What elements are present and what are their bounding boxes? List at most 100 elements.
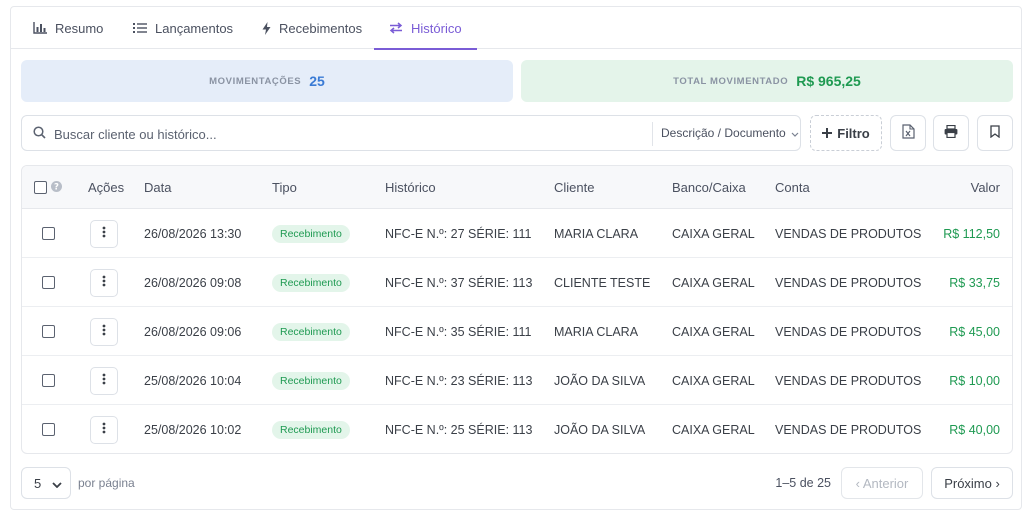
table-row: 25/08/2026 10:04 Recebimento NFC-E N.º: 23… — [22, 356, 1012, 405]
page-range: 1–5 de 25 — [775, 476, 831, 490]
cell-banco-caixa: CAIXA GERAL — [672, 258, 755, 307]
cell-valor: R$ 45,00 — [902, 307, 1000, 356]
cell-cliente-text: CLIENTE TESTE — [554, 275, 651, 290]
cell-valor: R$ 112,50 — [902, 209, 1000, 258]
per-page-select[interactable]: 5 — [21, 467, 71, 499]
col-valor[interactable]: Valor — [902, 166, 1000, 209]
row-actions-cell — [90, 258, 118, 307]
col-cliente[interactable]: Cliente — [554, 166, 594, 209]
cell-banco-caixa-text: CAIXA GERAL — [672, 226, 755, 241]
cell-conta-text: VENDAS DE PRODUTOS — [775, 373, 922, 388]
tab-label: Resumo — [55, 20, 104, 36]
valor-amount: R$ 33,75 — [949, 275, 1000, 290]
add-filter-button[interactable]: Filtro — [810, 115, 882, 151]
tipo-badge: Recebimento — [272, 371, 350, 390]
cell-data-text: 26/08/2026 13:30 — [144, 226, 242, 241]
search-input[interactable] — [54, 123, 634, 145]
cell-tipo: Recebimento — [272, 356, 350, 405]
row-checkbox[interactable] — [42, 325, 55, 338]
bar-chart-icon — [33, 22, 47, 34]
cell-conta-text: VENDAS DE PRODUTOS — [775, 275, 922, 290]
cell-banco-caixa-text: CAIXA GERAL — [672, 373, 755, 388]
cell-data: 26/08/2026 13:30 — [144, 209, 241, 258]
row-checkbox[interactable] — [42, 227, 55, 240]
cell-cliente: MARIA CLARA — [554, 209, 638, 258]
tipo-badge: Recebimento — [272, 273, 350, 292]
cell-historico-text: NFC-E N.º: 35 SÉRIE: 111 — [385, 324, 532, 339]
row-checkbox[interactable] — [42, 374, 55, 387]
cell-data: 25/08/2026 10:02 — [144, 405, 241, 453]
col-data[interactable]: Data — [144, 166, 171, 209]
search-field-select[interactable]: Descrição / Documento — [661, 116, 799, 150]
cell-tipo: Recebimento — [272, 405, 350, 453]
tab-resumo[interactable]: Resumo — [33, 7, 103, 49]
row-actions-button[interactable] — [90, 219, 118, 248]
valor-amount: R$ 40,00 — [949, 422, 1000, 437]
col-conta[interactable]: Conta — [775, 166, 810, 209]
table-row: 26/08/2026 13:30 Recebimento NFC-E N.º: 27… — [22, 209, 1012, 258]
tab-bar: Resumo Lançamentos Recebimentos Históric… — [11, 7, 1021, 50]
print-button[interactable] — [933, 115, 969, 151]
cell-banco-caixa: CAIXA GERAL — [672, 405, 755, 453]
table-header: ? Ações Data Tipo Histórico Cliente Banc… — [22, 166, 1012, 209]
cell-data: 26/08/2026 09:08 — [144, 258, 241, 307]
cell-cliente-text: MARIA CLARA — [554, 226, 639, 241]
help-icon[interactable]: ? — [51, 180, 62, 195]
chevron-down-icon — [52, 476, 62, 491]
cell-cliente: JOÃO DA SILVA — [554, 405, 645, 453]
cell-cliente: MARIA CLARA — [554, 307, 638, 356]
cell-valor: R$ 10,00 — [902, 356, 1000, 405]
tab-lancamentos[interactable]: Lançamentos — [133, 7, 233, 49]
cell-valor: R$ 33,75 — [902, 258, 1000, 307]
list-icon — [133, 22, 147, 34]
row-actions-cell — [90, 209, 118, 258]
cell-cliente-text: JOÃO DA SILVA — [554, 373, 646, 388]
row-checkbox-cell — [42, 258, 55, 307]
cell-historico-text: NFC-E N.º: 27 SÉRIE: 111 — [385, 226, 532, 241]
tipo-badge: Recebimento — [272, 420, 350, 439]
cell-data-text: 26/08/2026 09:06 — [144, 324, 242, 339]
table-row: 26/08/2026 09:08 Recebimento NFC-E N.º: 37… — [22, 258, 1012, 307]
table-row: 26/08/2026 09:06 Recebimento NFC-E N.º: 35… — [22, 307, 1012, 356]
next-page-button[interactable]: Próximo › — [931, 467, 1013, 499]
per-page-label: por página — [78, 476, 135, 490]
cell-data-text: 25/08/2026 10:04 — [144, 373, 242, 388]
cell-historico: NFC-E N.º: 25 SÉRIE: 113 — [385, 405, 532, 453]
tab-historico[interactable]: Histórico — [374, 7, 477, 50]
bookmark-button[interactable] — [977, 115, 1013, 151]
search-field-value: Descrição / Documento — [661, 126, 786, 140]
row-checkbox[interactable] — [42, 423, 55, 436]
cell-banco-caixa: CAIXA GERAL — [672, 307, 755, 356]
cell-conta-text: VENDAS DE PRODUTOS — [775, 226, 922, 241]
row-actions-button[interactable] — [90, 415, 118, 444]
row-actions-button[interactable] — [90, 366, 118, 395]
cell-historico-text: NFC-E N.º: 37 SÉRIE: 113 — [385, 275, 533, 290]
tab-recebimentos[interactable]: Recebimentos — [262, 7, 362, 49]
kebab-menu-icon — [102, 226, 106, 241]
export-excel-button[interactable] — [890, 115, 926, 151]
cell-banco-caixa-text: CAIXA GERAL — [672, 324, 755, 339]
kebab-menu-icon — [102, 422, 106, 437]
col-tipo[interactable]: Tipo — [272, 166, 297, 209]
cell-data: 25/08/2026 10:04 — [144, 356, 241, 405]
svg-text:?: ? — [54, 183, 59, 192]
cell-historico: NFC-E N.º: 37 SÉRIE: 113 — [385, 258, 532, 307]
cell-data-text: 26/08/2026 09:08 — [144, 275, 242, 290]
row-checkbox[interactable] — [42, 276, 55, 289]
col-banco-caixa[interactable]: Banco/Caixa — [672, 166, 746, 209]
filter-label: Filtro — [837, 125, 870, 141]
col-historico[interactable]: Histórico — [385, 166, 436, 209]
kebab-menu-icon — [102, 275, 106, 290]
select-all-checkbox[interactable] — [34, 181, 47, 194]
bookmark-icon — [990, 125, 1000, 141]
kebab-menu-icon — [102, 324, 106, 339]
plus-icon — [822, 126, 833, 141]
row-actions-button[interactable] — [90, 268, 118, 297]
row-actions-button[interactable] — [90, 317, 118, 346]
cell-tipo: Recebimento — [272, 209, 350, 258]
row-checkbox-cell — [42, 307, 55, 356]
table-row: 25/08/2026 10:02 Recebimento NFC-E N.º: 25… — [22, 405, 1012, 453]
cell-conta: VENDAS DE PRODUTOS — [775, 258, 921, 307]
previous-page-button[interactable]: ‹ Anterior — [841, 467, 923, 499]
tab-label: Recebimentos — [279, 20, 363, 36]
